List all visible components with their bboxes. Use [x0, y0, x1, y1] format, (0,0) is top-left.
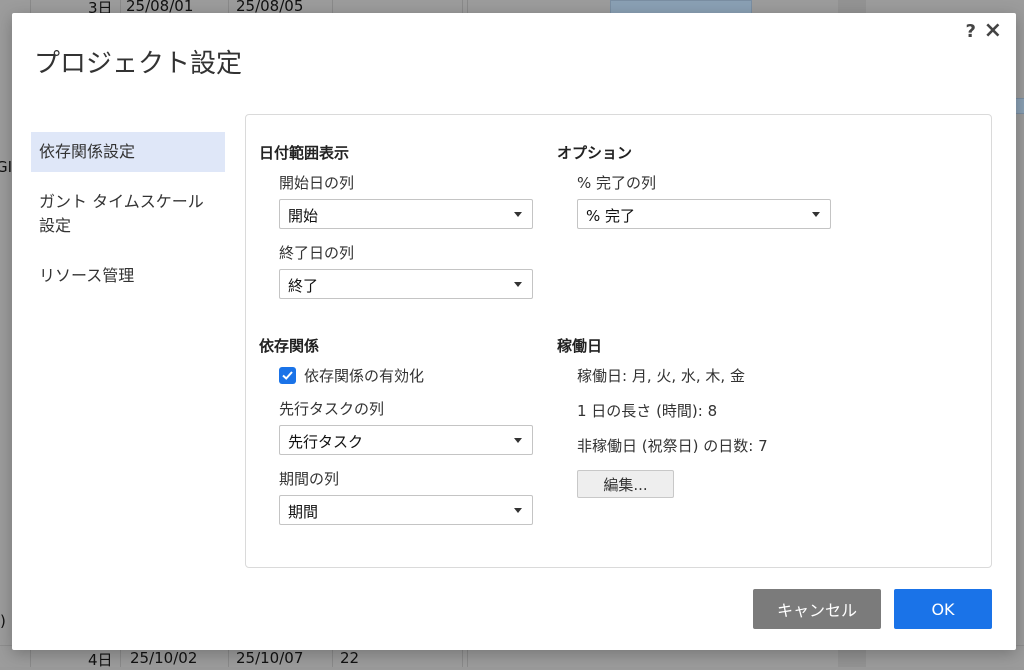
dependencies-section: 依存関係 依存関係の有効化 先行タスクの列 先行タスク 期間の列 期間 — [259, 335, 533, 538]
enable-dependencies-row: 依存関係の有効化 — [279, 365, 533, 386]
sheet-cell: 25/10/02 — [130, 649, 198, 667]
predecessor-column-label: 先行タスクの列 — [279, 400, 385, 418]
gantt-cell — [838, 0, 866, 13]
dependencies-title: 依存関係 — [259, 337, 320, 355]
enable-dependencies-checkbox[interactable] — [279, 367, 296, 384]
help-icon[interactable]: ? — [966, 21, 976, 42]
project-settings-dialog: ? × プロジェクト設定 依存関係設定 ガント タイムスケール設定 リソース管理… — [12, 13, 1016, 650]
date-range-section: 日付範囲表示 開始日の列 開始 終了日の列 終了 — [259, 142, 533, 312]
sheet-cell: ) — [0, 612, 6, 630]
dropdown-arrow-icon — [812, 212, 820, 217]
holidays-line: 非稼働日 (祝祭日) の日数: 7 — [577, 437, 768, 455]
settings-nav: 依存関係設定 ガント タイムスケール設定 リソース管理 — [31, 132, 225, 306]
enable-dependencies-label: 依存関係の有効化 — [304, 367, 425, 385]
working-days-section: 稼働日 稼働日: 月, 火, 水, 木, 金 1 日の長さ (時間): 8 非稼… — [557, 335, 768, 498]
nav-item-dependencies[interactable]: 依存関係設定 — [31, 132, 225, 172]
date-range-title: 日付範囲表示 — [259, 144, 350, 162]
working-days-title: 稼働日 — [557, 337, 603, 355]
dropdown-arrow-icon — [514, 212, 522, 217]
ok-button[interactable]: OK — [894, 589, 992, 629]
nav-item-resource-management[interactable]: リソース管理 — [31, 256, 225, 296]
percent-complete-value: % 完了 — [586, 207, 636, 225]
duration-column-select[interactable]: 期間 — [279, 495, 533, 525]
checkmark-icon — [282, 371, 293, 380]
percent-complete-label: % 完了の列 — [577, 174, 657, 192]
dialog-title: プロジェクト設定 — [34, 49, 243, 79]
end-column-select[interactable]: 終了 — [279, 269, 533, 299]
close-icon[interactable]: × — [984, 19, 1002, 43]
edit-button[interactable]: 編集... — [577, 470, 674, 498]
sheet-cell: 22 — [340, 649, 360, 667]
dropdown-arrow-icon — [514, 438, 522, 443]
nav-item-gantt-timescale[interactable]: ガント タイムスケール設定 — [31, 182, 225, 246]
sheet-cell: 25/10/07 — [236, 649, 304, 667]
options-section: オプション % 完了の列 % 完了 — [557, 142, 831, 242]
start-column-select[interactable]: 開始 — [279, 199, 533, 229]
start-column-label: 開始日の列 — [279, 174, 355, 192]
end-column-value: 終了 — [288, 277, 319, 295]
settings-panel: 日付範囲表示 開始日の列 開始 終了日の列 終了 オプション % 完了の列 % … — [245, 114, 992, 568]
predecessor-column-select[interactable]: 先行タスク — [279, 425, 533, 455]
day-length-line: 1 日の長さ (時間): 8 — [577, 402, 718, 420]
options-title: オプション — [557, 144, 633, 162]
cancel-button[interactable]: キャンセル — [753, 589, 881, 629]
dropdown-arrow-icon — [514, 508, 522, 513]
duration-column-value: 期間 — [288, 503, 319, 521]
working-days-line: 稼働日: 月, 火, 水, 木, 金 — [577, 367, 745, 385]
start-column-value: 開始 — [288, 207, 319, 225]
duration-column-label: 期間の列 — [279, 470, 340, 488]
sheet-cell: GI — [0, 158, 13, 176]
predecessor-column-value: 先行タスク — [288, 433, 364, 451]
dropdown-arrow-icon — [514, 282, 522, 287]
gantt-cell — [838, 650, 866, 667]
end-column-label: 終了日の列 — [279, 244, 355, 262]
percent-complete-select[interactable]: % 完了 — [577, 199, 831, 229]
